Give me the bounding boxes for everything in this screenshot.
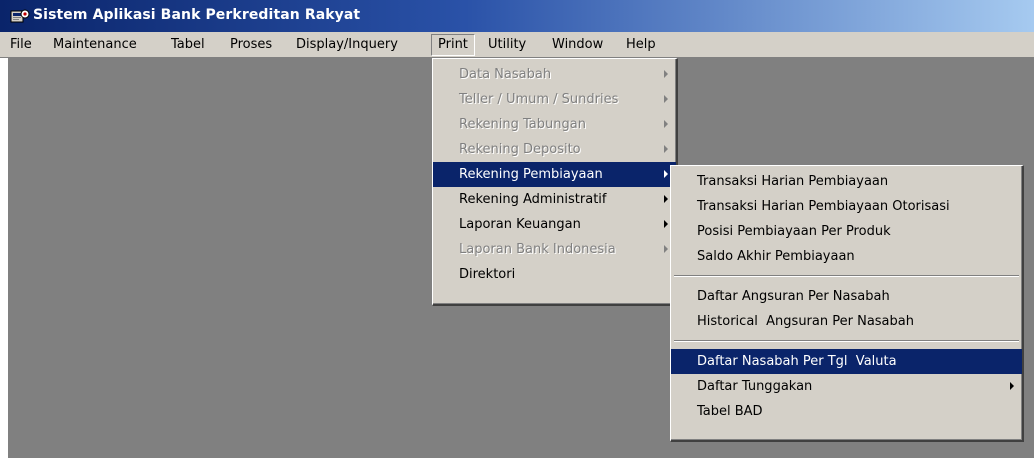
submenu-arrow-icon [664, 95, 668, 103]
menu-tabel[interactable]: Tabel [165, 34, 211, 56]
pembiayaan-submenu: Transaksi Harian Pembiayaan Transaksi Ha… [670, 165, 1024, 442]
menu-item-label: Rekening Deposito [459, 142, 581, 157]
submenu-arrow-icon [1010, 382, 1014, 390]
menu-item-laporan-keuangan[interactable]: Laporan Keuangan [433, 212, 676, 237]
menu-item-label: Tabel BAD [697, 404, 763, 419]
menu-item-label: Rekening Administratif [459, 192, 607, 207]
menu-item-rekening-pembiayaan[interactable]: Rekening Pembiayaan [433, 162, 676, 187]
menu-separator [674, 275, 1019, 277]
menu-item-label: Laporan Keuangan [459, 217, 581, 232]
menu-item-label: Rekening Pembiayaan [459, 167, 603, 182]
menu-bar: File Maintenance Tabel Proses Display/In… [0, 32, 1034, 58]
menu-item-label: Daftar Angsuran Per Nasabah [697, 289, 890, 304]
menu-proses[interactable]: Proses [224, 34, 278, 56]
menu-file[interactable]: File [4, 34, 38, 56]
print-dropdown-menu: Data Nasabah Teller / Umum / Sundries Re… [432, 58, 678, 306]
menu-item-tabel-bad[interactable]: Tabel BAD [671, 399, 1022, 424]
menu-display-inquery[interactable]: Display/Inquery [290, 34, 404, 56]
menu-item-historical-angsuran-per-nasabah[interactable]: Historical Angsuran Per Nasabah [671, 309, 1022, 334]
menu-item-label: Daftar Tunggakan [697, 379, 813, 394]
submenu-arrow-icon [664, 245, 668, 253]
menu-item-label: Laporan Bank Indonesia [459, 242, 616, 257]
menu-help[interactable]: Help [620, 34, 662, 56]
submenu-arrow-icon [664, 70, 668, 78]
menu-item-label: Transaksi Harian Pembiayaan [697, 174, 889, 189]
menu-item-label: Direktori [459, 267, 516, 282]
menu-item-posisi-pembiayaan-per-produk[interactable]: Posisi Pembiayaan Per Produk [671, 219, 1022, 244]
menu-item-label: Historical Angsuran Per Nasabah [697, 314, 914, 329]
menu-item-transaksi-harian-pembiayaan-otorisasi[interactable]: Transaksi Harian Pembiayaan Otorisasi [671, 194, 1022, 219]
menu-item-label: Teller / Umum / Sundries [459, 92, 619, 107]
menu-item-saldo-akhir-pembiayaan[interactable]: Saldo Akhir Pembiayaan [671, 244, 1022, 269]
submenu-arrow-icon [664, 120, 668, 128]
menu-item-label: Rekening Tabungan [459, 117, 586, 132]
menu-item-daftar-nasabah-per-tgl-valuta[interactable]: Daftar Nasabah Per Tgl Valuta [671, 349, 1022, 374]
menu-item-label: Daftar Nasabah Per Tgl Valuta [697, 354, 897, 369]
menu-item-laporan-bank-indonesia: Laporan Bank Indonesia [433, 237, 676, 262]
menu-item-label: Posisi Pembiayaan Per Produk [697, 224, 891, 239]
menu-item-rekening-deposito: Rekening Deposito [433, 137, 676, 162]
menu-item-label: Data Nasabah [459, 67, 552, 82]
menu-item-direktori[interactable]: Direktori [433, 262, 676, 287]
menu-item-rekening-administratif[interactable]: Rekening Administratif [433, 187, 676, 212]
menu-item-rekening-tabungan: Rekening Tabungan [433, 112, 676, 137]
title-bar[interactable]: Sistem Aplikasi Bank Perkreditan Rakyat [0, 0, 1034, 32]
menu-maintenance[interactable]: Maintenance [47, 34, 143, 56]
menu-utility[interactable]: Utility [482, 34, 532, 56]
submenu-arrow-icon [664, 170, 668, 178]
menu-print[interactable]: Print [431, 34, 475, 56]
application-icon[interactable] [10, 8, 30, 24]
menu-item-label: Transaksi Harian Pembiayaan Otorisasi [697, 199, 950, 214]
menu-item-daftar-angsuran-per-nasabah[interactable]: Daftar Angsuran Per Nasabah [671, 284, 1022, 309]
menu-separator [674, 340, 1019, 342]
window-title: Sistem Aplikasi Bank Perkreditan Rakyat [33, 7, 361, 23]
menu-window[interactable]: Window [546, 34, 609, 56]
menu-item-label: Saldo Akhir Pembiayaan [697, 249, 855, 264]
submenu-arrow-icon [664, 145, 668, 153]
application-window: Sistem Aplikasi Bank Perkreditan Rakyat … [0, 0, 1034, 458]
menu-item-teller-umum-sundries: Teller / Umum / Sundries [433, 87, 676, 112]
menu-item-daftar-tunggakan[interactable]: Daftar Tunggakan [671, 374, 1022, 399]
menu-item-transaksi-harian-pembiayaan[interactable]: Transaksi Harian Pembiayaan [671, 169, 1022, 194]
submenu-arrow-icon [664, 195, 668, 203]
menu-item-data-nasabah: Data Nasabah [433, 62, 676, 87]
submenu-arrow-icon [664, 220, 668, 228]
